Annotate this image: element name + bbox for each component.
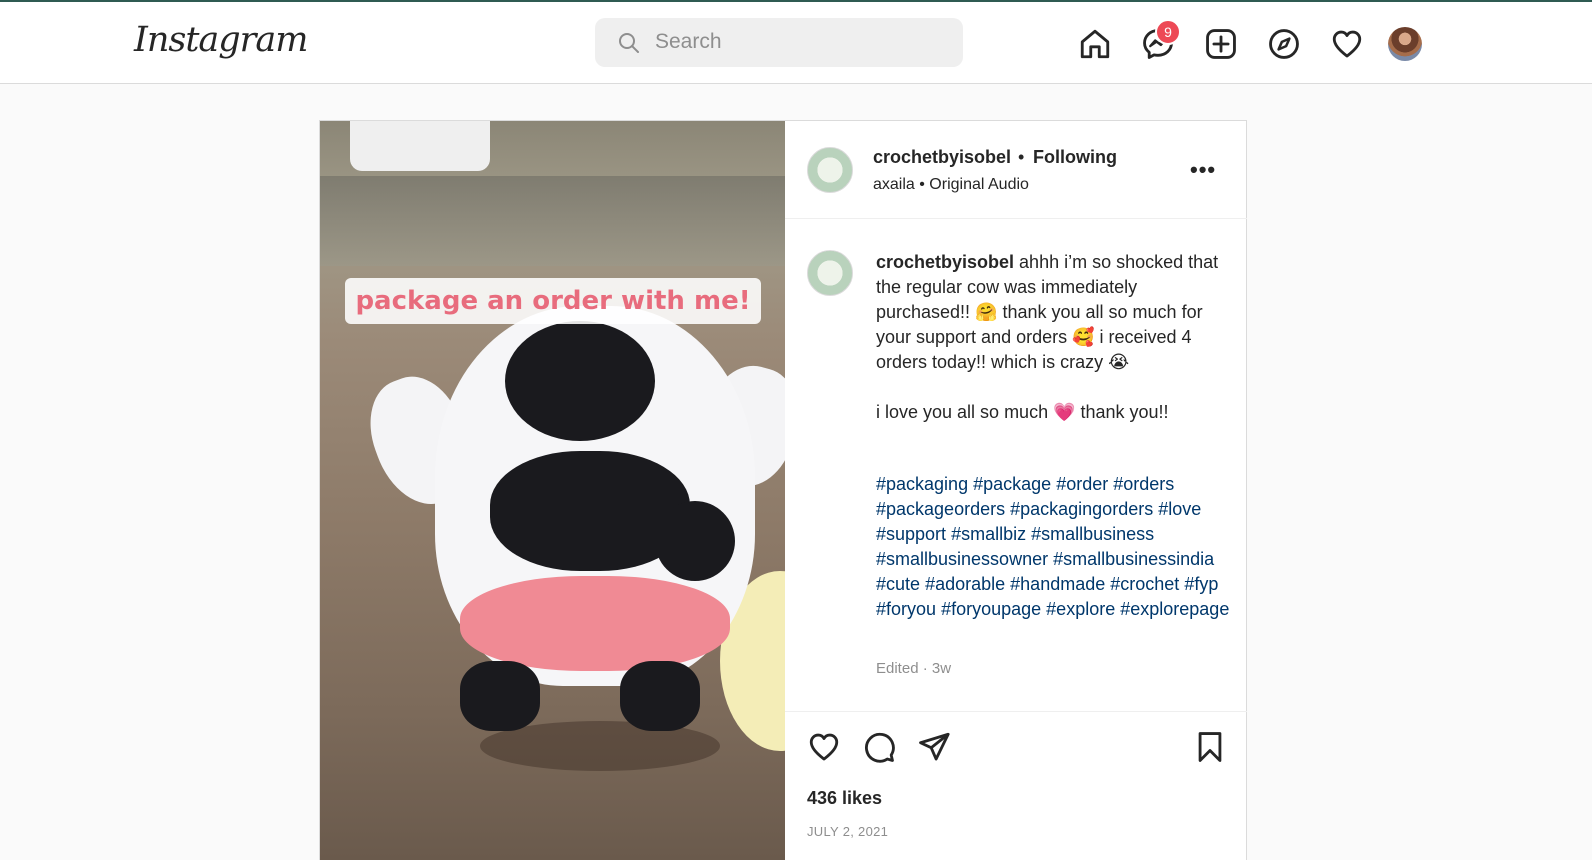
caption-author-avatar[interactable]	[807, 250, 853, 296]
hashtag-link[interactable]: #cute	[876, 574, 920, 594]
share-icon[interactable]	[917, 730, 951, 764]
hashtag-link[interactable]: #foryoupage	[941, 599, 1041, 619]
hashtag-link[interactable]: #packageorders	[876, 499, 1005, 519]
hashtag-link[interactable]: #package	[973, 474, 1051, 494]
hashtag-link[interactable]: #fyp	[1184, 574, 1218, 594]
background-shelf	[320, 176, 785, 266]
post-sidebar: crochetbyisobel • Following axaila • Ori…	[785, 121, 1247, 860]
video-overlay-text: package an order with me!	[345, 278, 761, 324]
hashtag-link[interactable]: #smallbusiness	[1031, 524, 1154, 544]
hashtag-link[interactable]: #smallbusinessowner	[876, 549, 1048, 569]
background-pot	[350, 121, 490, 171]
like-count[interactable]: 436 likes	[807, 788, 882, 809]
hashtag-link[interactable]: #explorepage	[1120, 599, 1229, 619]
caption-body: ahhh i’m so shocked that the regular cow…	[876, 252, 1219, 422]
more-options-icon[interactable]: •••	[1190, 157, 1216, 183]
top-navbar: Instagram 9	[0, 2, 1592, 84]
caption-meta: Edited · 3w	[876, 660, 952, 677]
profile-avatar[interactable]	[1388, 27, 1422, 61]
search-box[interactable]	[595, 18, 963, 67]
post-video[interactable]: package an order with me!	[320, 121, 785, 860]
explore-icon[interactable]	[1267, 27, 1301, 61]
instagram-logo[interactable]: Instagram	[134, 20, 308, 60]
hashtag-link[interactable]: #foryou	[876, 599, 936, 619]
caption-section: crochetbyisobel ahhh i’m so shocked that…	[785, 220, 1247, 710]
hashtag-link[interactable]: #smallbusinessindia	[1053, 549, 1214, 569]
post-card: package an order with me! crochetbyisobe…	[319, 120, 1247, 860]
post-actions: 436 likes JULY 2, 2021	[785, 711, 1247, 860]
cow-spot	[655, 501, 735, 581]
cow-spot	[505, 321, 655, 441]
like-heart-icon[interactable]	[807, 730, 841, 764]
hashtag-link[interactable]: #orders	[1113, 474, 1174, 494]
hashtag-link[interactable]: #explore	[1046, 599, 1115, 619]
save-bookmark-icon[interactable]	[1193, 730, 1227, 764]
separator-dot: •	[1018, 147, 1025, 167]
messages-badge: 9	[1155, 19, 1181, 45]
caption-username[interactable]: crochetbyisobel	[876, 252, 1014, 272]
search-input[interactable]	[655, 28, 945, 56]
activity-heart-icon[interactable]	[1330, 27, 1364, 61]
hashtag-link[interactable]: #support	[876, 524, 946, 544]
post-header: crochetbyisobel • Following axaila • Ori…	[785, 121, 1247, 219]
hashtag-link[interactable]: #order	[1056, 474, 1108, 494]
hashtag-link[interactable]: #packagingorders	[1010, 499, 1153, 519]
hashtag-link[interactable]: #adorable	[925, 574, 1005, 594]
hashtag-list: #packaging #package #order #orders #pack…	[876, 472, 1236, 622]
hashtag-link[interactable]: #packaging	[876, 474, 968, 494]
caption-text: crochetbyisobel ahhh i’m so shocked that…	[876, 250, 1226, 425]
home-icon[interactable]	[1078, 27, 1112, 61]
cow-foot	[620, 661, 700, 731]
author-avatar[interactable]	[807, 147, 853, 193]
search-icon	[619, 33, 639, 53]
comment-icon[interactable]	[862, 730, 896, 764]
new-post-icon[interactable]	[1204, 27, 1238, 61]
hashtag-link[interactable]: #handmade	[1010, 574, 1105, 594]
hashtag-link[interactable]: #smallbiz	[951, 524, 1026, 544]
cow-nose	[460, 576, 730, 671]
hashtag-link[interactable]: #crochet	[1110, 574, 1179, 594]
hashtag-link[interactable]: #love	[1158, 499, 1201, 519]
audio-label[interactable]: axaila • Original Audio	[873, 176, 1029, 194]
post-date[interactable]: JULY 2, 2021	[807, 824, 888, 839]
cow-foot	[460, 661, 540, 731]
author-username[interactable]: crochetbyisobel	[873, 147, 1011, 168]
following-button[interactable]: Following	[1033, 147, 1117, 168]
